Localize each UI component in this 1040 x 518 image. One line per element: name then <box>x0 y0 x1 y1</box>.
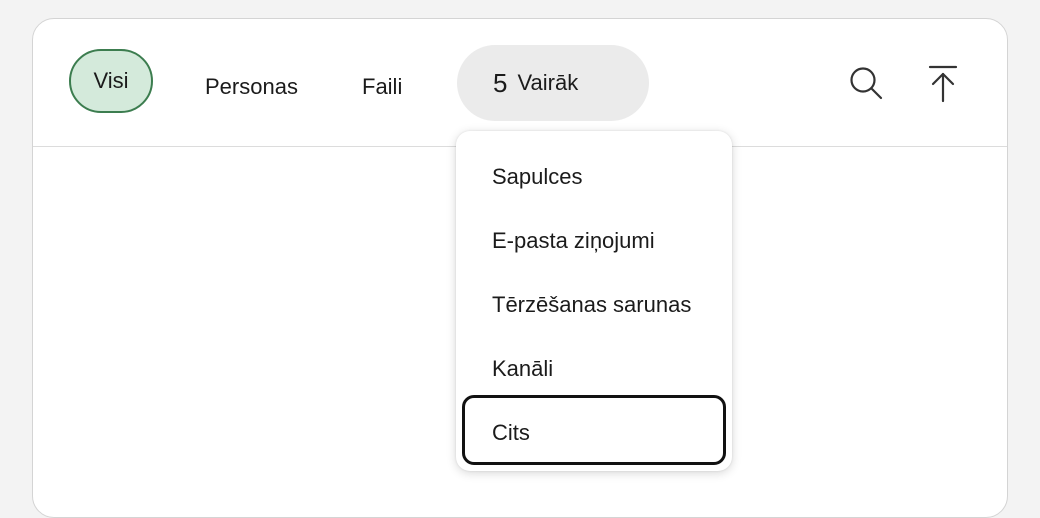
more-dropdown-menu: Sapulces E-pasta ziņojumi Tērzēšanas sar… <box>456 131 732 471</box>
menu-item-other[interactable]: Cits <box>492 420 530 446</box>
tab-files[interactable]: Faili <box>362 74 402 100</box>
scroll-to-top-button[interactable] <box>921 61 965 105</box>
search-button[interactable] <box>844 61 888 105</box>
tab-more-label: Vairāk <box>517 70 579 95</box>
tab-all-label: Visi <box>93 68 129 93</box>
tab-all[interactable]: Visi <box>69 49 153 113</box>
menu-item-emails[interactable]: E-pasta ziņojumi <box>492 228 655 254</box>
arrow-up-to-top-icon <box>928 65 958 103</box>
search-icon <box>850 67 883 100</box>
tab-files-label: Faili <box>362 74 403 99</box>
tab-people[interactable]: Personas <box>205 74 298 100</box>
tab-people-label: Personas <box>205 74 298 99</box>
menu-item-meetings[interactable]: Sapulces <box>492 164 583 190</box>
more-count: 5 <box>493 67 508 98</box>
menu-item-chats[interactable]: Tērzēšanas sarunas <box>492 292 691 318</box>
tab-more-dropdown[interactable]: 5 Vairāk <box>457 45 649 121</box>
filter-tab-bar: Visi Personas Faili 5 Vairāk <box>33 19 1007 147</box>
menu-item-channels[interactable]: Kanāli <box>492 356 553 382</box>
